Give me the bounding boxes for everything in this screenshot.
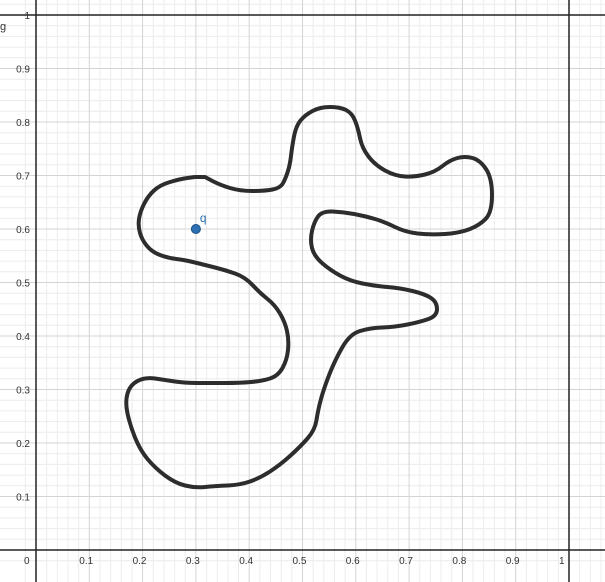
major-gridlines (0, 0, 605, 582)
y-tick-label: 0.1 (16, 493, 30, 504)
point-q-marker[interactable] (190, 224, 201, 234)
x-tick-label: 0.7 (399, 556, 413, 567)
point-q-label: q (200, 211, 207, 225)
y-tick-label: 0.5 (16, 279, 30, 290)
freehand-curve[interactable] (124, 105, 494, 490)
x-tick-label: 0.9 (506, 556, 520, 567)
y-tick-label: 0.4 (16, 332, 30, 343)
y-tick-label: 1 (24, 11, 30, 22)
x-tick-label: 0.2 (133, 556, 147, 567)
x-tick-label: 0.6 (346, 556, 360, 567)
graph-canvas[interactable]: 0 0.1 0.2 0.3 0.4 0.5 0.6 0.7 0.8 0.9 1 0.1 0.2 0.3 0… (0, 0, 605, 582)
y-tick-label: 0.9 (16, 65, 30, 76)
y-tick-label: 0.3 (16, 386, 30, 397)
y-tick-label: 0.7 (16, 172, 30, 183)
y-tick-label: 0.6 (16, 225, 30, 236)
y-tick-label: 0.2 (16, 439, 30, 450)
x-tick-label: 0.4 (239, 556, 253, 567)
x-tick-label: 1 (559, 556, 565, 567)
x-tick-label: 0.8 (452, 556, 466, 567)
graph-plot[interactable]: 0 0.1 0.2 0.3 0.4 0.5 0.6 0.7 0.8 0.9 1 0.10.20.30… (0, 0, 605, 582)
x-tick-label: 0 (24, 556, 30, 567)
y-tick-labels: 0.1 0.2 0.3 0.4 0.5 0.6 0.7 0.8 0.9 1 (16, 11, 30, 504)
y-tick-label: 0.8 (16, 118, 30, 129)
x-tick-label: 0.5 (293, 556, 307, 567)
x-tick-label: 0.3 (186, 556, 200, 567)
y-axis-label: g (0, 21, 6, 33)
x-tick-label: 0.1 (79, 556, 93, 567)
